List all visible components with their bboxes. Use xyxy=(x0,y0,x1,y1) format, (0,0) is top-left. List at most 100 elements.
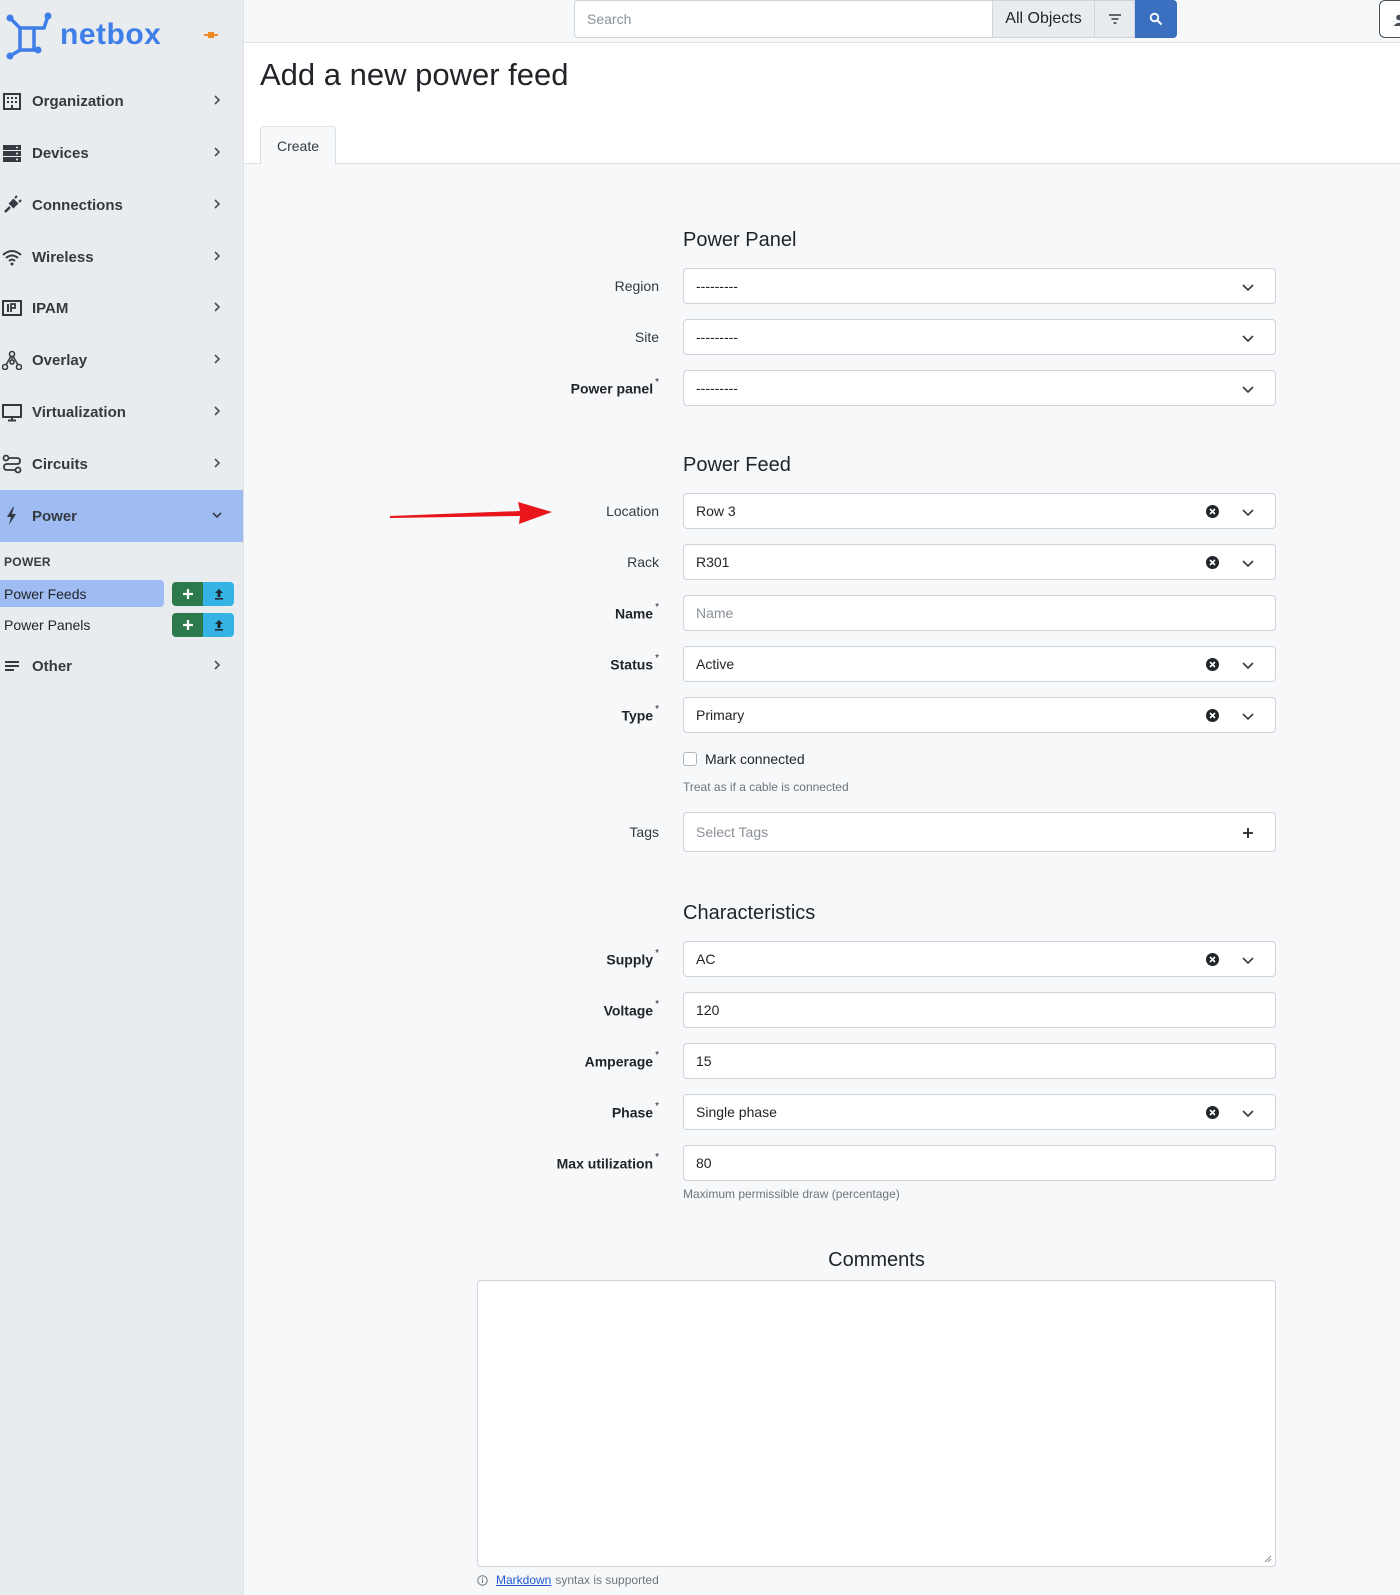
upload-icon xyxy=(214,620,223,631)
clear-icon[interactable] xyxy=(1206,709,1219,722)
plus-icon[interactable] xyxy=(1241,826,1255,840)
clear-icon[interactable] xyxy=(1206,505,1219,518)
sidebar-item-circuits[interactable]: Circuits xyxy=(0,438,243,490)
search-input[interactable] xyxy=(574,0,992,38)
max-utilization-help: Maximum permissible draw (percentage) xyxy=(683,1187,900,1201)
sidebar-subitem-power-panels[interactable]: Power Panels xyxy=(0,611,90,638)
tab-create[interactable]: Create xyxy=(260,126,336,165)
voltage-value: 120 xyxy=(696,1002,720,1018)
sidebar-item-overlay[interactable]: Overlay xyxy=(0,334,243,386)
site-value: --------- xyxy=(696,329,738,345)
sidebar-item-other[interactable]: Other xyxy=(0,640,243,692)
sidebar-item-wireless[interactable]: Wireless xyxy=(0,231,243,283)
resize-handle-icon[interactable] xyxy=(1264,1555,1272,1563)
voltage-label: Voltage * xyxy=(603,999,659,1019)
power-panels-actions xyxy=(172,613,234,637)
user-icon xyxy=(1393,14,1400,26)
upload-icon xyxy=(214,589,223,600)
amperage-field[interactable]: 15 xyxy=(683,1043,1276,1079)
location-label: Location xyxy=(606,503,659,519)
sidebar-item-label: Connections xyxy=(32,196,123,214)
region-select[interactable]: --------- xyxy=(683,268,1276,304)
name-field[interactable] xyxy=(683,595,1276,631)
markdown-link[interactable]: Markdown xyxy=(496,1573,551,1587)
chevron-right-icon xyxy=(214,660,221,670)
power-panel-value: --------- xyxy=(696,380,738,396)
chevron-down-icon xyxy=(1242,386,1254,394)
clear-icon[interactable] xyxy=(1206,658,1219,671)
supply-select[interactable]: AC xyxy=(683,941,1276,977)
amperage-label: Amperage * xyxy=(584,1050,659,1070)
sidebar-item-power[interactable]: Power xyxy=(0,490,243,542)
search-filter-button[interactable] xyxy=(1095,0,1135,38)
server-icon xyxy=(2,143,22,163)
required-mark: * xyxy=(655,948,659,959)
page-title: Add a new power feed xyxy=(260,57,569,92)
clear-icon[interactable] xyxy=(1206,556,1219,569)
sidebar-item-label: Virtualization xyxy=(32,403,126,421)
status-select[interactable]: Active xyxy=(683,646,1276,682)
mark-connected-checkbox[interactable]: Mark connected xyxy=(683,751,805,767)
chevron-right-icon xyxy=(214,406,221,416)
max-utilization-field[interactable]: 80 xyxy=(683,1145,1276,1181)
site-select[interactable]: --------- xyxy=(683,319,1276,355)
chevron-right-icon xyxy=(214,147,221,157)
rack-select[interactable]: R301 xyxy=(683,544,1276,580)
location-value: Row 3 xyxy=(696,503,736,519)
sidebar-item-devices[interactable]: Devices xyxy=(0,127,243,179)
markdown-note-text: syntax is supported xyxy=(555,1573,659,1587)
pin-icon[interactable] xyxy=(204,28,218,42)
type-label: Type * xyxy=(621,704,659,724)
tags-select[interactable]: Select Tags xyxy=(683,812,1276,852)
chevron-down-icon xyxy=(1242,957,1254,965)
sidebar-item-label: Power xyxy=(32,507,78,525)
chevron-down-icon xyxy=(1242,509,1254,517)
sidebar-item-connections[interactable]: Connections xyxy=(0,179,243,231)
sidebar-subitem-power-feeds[interactable]: Power Feeds xyxy=(0,580,164,607)
supply-label: Supply * xyxy=(606,948,659,968)
power-feeds-actions xyxy=(172,582,234,606)
import-power-feeds-button[interactable] xyxy=(203,582,234,606)
chevron-down-icon xyxy=(1242,284,1254,292)
monitor-icon xyxy=(2,402,22,422)
name-input[interactable] xyxy=(696,605,1275,621)
chevron-down-icon xyxy=(1242,713,1254,721)
region-label: Region xyxy=(614,278,659,294)
required-mark: * xyxy=(655,602,659,613)
brand-logo[interactable]: netbox xyxy=(4,10,161,60)
markdown-note: Markdown syntax is supported xyxy=(477,1573,659,1587)
chevron-right-icon xyxy=(214,302,221,312)
add-power-panel-button[interactable] xyxy=(172,613,203,637)
type-value: Primary xyxy=(696,707,745,723)
type-select[interactable]: Primary xyxy=(683,697,1276,733)
sidebar-item-organization[interactable]: Organization xyxy=(0,75,243,127)
clear-icon[interactable] xyxy=(1206,1106,1219,1119)
comments-textarea[interactable] xyxy=(477,1280,1276,1567)
clear-icon[interactable] xyxy=(1206,953,1219,966)
add-power-feed-button[interactable] xyxy=(172,582,203,606)
chevron-down-icon xyxy=(1242,335,1254,343)
plus-icon xyxy=(182,620,193,630)
sidebar-item-label: Overlay xyxy=(32,351,88,369)
import-power-panels-button[interactable] xyxy=(203,613,234,637)
mark-connected-help: Treat as if a cable is connected xyxy=(683,780,849,794)
sidebar-item-virtualization[interactable]: Virtualization xyxy=(0,386,243,438)
voltage-field[interactable]: 120 xyxy=(683,992,1276,1028)
search-submit-button[interactable] xyxy=(1135,0,1177,38)
chevron-down-icon xyxy=(1242,662,1254,670)
rack-value: R301 xyxy=(696,554,730,570)
sidebar: netbox Organization Devices Connections … xyxy=(0,0,244,1595)
required-mark: * xyxy=(655,377,659,388)
section-heading-power-feed: Power Feed xyxy=(683,454,791,476)
user-menu-button[interactable] xyxy=(1379,0,1400,38)
search-icon xyxy=(1149,12,1163,26)
sidebar-item-ipam[interactable]: IPAM xyxy=(0,282,243,334)
search-scope-dropdown[interactable]: All Objects xyxy=(992,0,1095,38)
checkbox-box[interactable] xyxy=(683,752,697,766)
chevron-down-icon xyxy=(212,512,222,519)
power-panel-select[interactable]: --------- xyxy=(683,370,1276,406)
phase-select[interactable]: Single phase xyxy=(683,1094,1276,1130)
section-heading-power-panel: Power Panel xyxy=(683,229,797,251)
top-bar: All Objects xyxy=(244,0,1400,43)
location-select[interactable]: Row 3 xyxy=(683,493,1276,529)
